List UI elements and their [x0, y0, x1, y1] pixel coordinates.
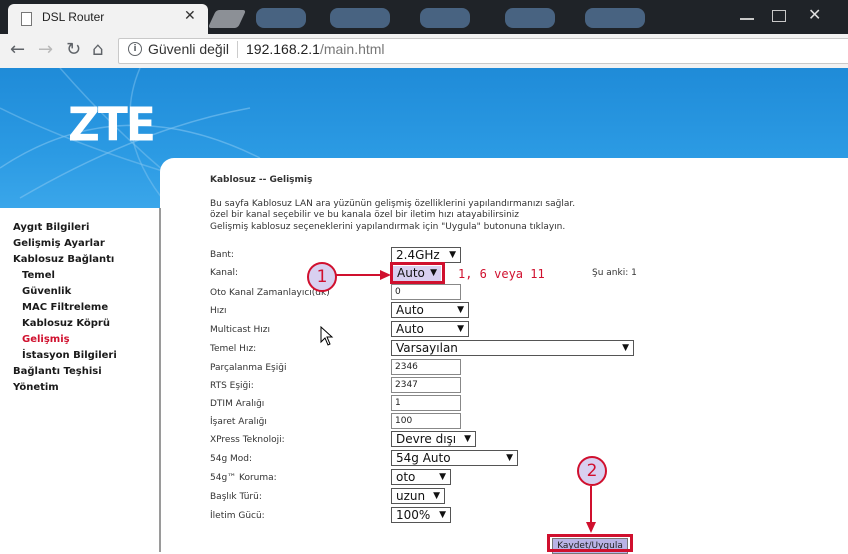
minimize-icon[interactable] [740, 18, 754, 20]
security-label[interactable]: Güvenli değil [148, 41, 229, 57]
page-icon [21, 12, 32, 26]
protection-54g-select[interactable]: oto ▼ [391, 469, 451, 485]
step-1-marker: 1 [307, 262, 337, 292]
home-icon[interactable]: ⌂ [92, 39, 103, 60]
rate-select[interactable]: Auto ▼ [391, 302, 469, 318]
basic-rate-select[interactable]: Varsayılan ▼ [391, 340, 634, 356]
page-description-line3: Gelişmiş kablosuz seçeneklerini yapıland… [210, 222, 566, 232]
preamble-select[interactable]: uzun ▼ [391, 488, 445, 504]
rts-threshold-label: RTS Eşiği: [210, 381, 254, 391]
zte-logo: ZTE [68, 98, 156, 153]
blurred-tab[interactable] [505, 8, 555, 28]
channel-highlight-box [390, 262, 445, 284]
chevron-down-icon: ▼ [433, 491, 440, 501]
url-divider [237, 41, 238, 58]
back-icon[interactable]: ← [10, 39, 25, 60]
tab-close-icon[interactable]: ✕ [184, 8, 196, 24]
frag-threshold-input[interactable]: 2346 [391, 359, 461, 375]
sidebar-item-basic[interactable]: Temel [22, 270, 55, 281]
tx-power-label: İletim Gücü: [210, 511, 265, 521]
sidebar-item-mac-filter[interactable]: MAC Filtreleme [22, 302, 108, 313]
tx-power-value: 100% [396, 508, 431, 522]
xpress-value: Devre dışı [396, 432, 457, 446]
reload-icon[interactable]: ↻ [66, 39, 81, 60]
info-icon[interactable]: i [128, 42, 142, 56]
chevron-down-icon: ▼ [439, 472, 446, 482]
page-description-line2: özel bir kanal seçebilir ve bu kanala öz… [210, 210, 520, 220]
preamble-label: Başlık Türü: [210, 492, 262, 502]
sidebar-item-advanced[interactable]: Gelişmiş [22, 334, 70, 345]
channel-hint: 1, 6 veya 11 [458, 267, 545, 281]
xpress-select[interactable]: Devre dışı ▼ [391, 431, 476, 447]
band-value: 2.4GHz [396, 248, 440, 262]
dtim-interval-label: DTIM Aralığı [210, 399, 265, 409]
blurred-tab[interactable] [330, 8, 390, 28]
xpress-label: XPress Teknoloji: [210, 435, 285, 445]
sidebar-item-security[interactable]: Güvenlik [22, 286, 71, 297]
multicast-rate-value: Auto [396, 322, 424, 336]
protection-54g-label: 54g™ Koruma: [210, 473, 277, 483]
chevron-down-icon: ▼ [449, 250, 456, 260]
blurred-tab[interactable] [585, 8, 645, 28]
forward-icon[interactable]: → [38, 39, 53, 60]
rate-label: Hızı [210, 306, 227, 316]
preamble-value: uzun [396, 489, 426, 503]
tab-title: DSL Router [42, 10, 105, 24]
blurred-tab[interactable] [420, 8, 470, 28]
sidebar-item-wireless[interactable]: Kablosuz Bağlantı [13, 254, 114, 265]
mouse-cursor-icon [320, 326, 334, 346]
band-select[interactable]: 2.4GHz ▼ [391, 247, 461, 263]
url-host: 192.168.2.1 [246, 41, 320, 57]
mode-54g-select[interactable]: 54g Auto ▼ [391, 450, 518, 466]
arrow-down-icon [586, 486, 596, 533]
rts-threshold-input[interactable]: 2347 [391, 377, 461, 393]
sidebar-item-advanced-settings[interactable]: Gelişmiş Ayarlar [13, 238, 105, 249]
beacon-interval-input[interactable]: 100 [391, 413, 461, 429]
protection-54g-value: oto [396, 470, 416, 484]
basic-rate-value: Varsayılan [396, 341, 458, 355]
chevron-down-icon: ▼ [506, 453, 513, 463]
dtim-interval-input[interactable]: 1 [391, 395, 461, 411]
close-window-icon[interactable]: ✕ [808, 5, 821, 24]
frag-threshold-label: Parçalanma Eşiği [210, 363, 287, 373]
sidebar-divider [159, 208, 161, 552]
save-highlight-box [547, 534, 633, 552]
blurred-tab[interactable] [256, 8, 306, 28]
sidebar-item-station-info[interactable]: İstasyon Bilgileri [22, 350, 117, 361]
browser-tab[interactable]: DSL Router ✕ [8, 4, 208, 34]
current-channel: Şu anki: 1 [592, 268, 637, 278]
multicast-rate-label: Multicast Hızı [210, 325, 271, 335]
basic-rate-label: Temel Hız: [210, 344, 257, 354]
auto-channel-timer-input[interactable]: 0 [391, 284, 461, 300]
sidebar-item-diagnostics[interactable]: Bağlantı Teşhisi [13, 366, 102, 377]
url-path: /main.html [319, 41, 385, 57]
page-description-line1: Bu sayfa Kablosuz LAN ara yüzünün gelişm… [210, 199, 576, 209]
multicast-rate-select[interactable]: Auto ▼ [391, 321, 469, 337]
mode-54g-value: 54g Auto [396, 451, 451, 465]
auto-channel-timer-label: Oto Kanal Zamanlayıcı(dk) [210, 288, 330, 298]
beacon-interval-label: İşaret Aralığı [210, 417, 267, 427]
sidebar-item-wireless-bridge[interactable]: Kablosuz Köprü [22, 318, 110, 329]
chevron-down-icon: ▼ [439, 510, 446, 520]
sidebar-item-device-info[interactable]: Aygıt Bilgileri [13, 222, 89, 233]
band-label: Bant: [210, 250, 234, 260]
tx-power-select[interactable]: 100% ▼ [391, 507, 451, 523]
url-text[interactable]: 192.168.2.1/main.html [246, 41, 385, 57]
channel-label: Kanal: [210, 268, 239, 278]
rate-value: Auto [396, 303, 424, 317]
chevron-down-icon: ▼ [622, 343, 629, 353]
chevron-down-icon: ▼ [457, 305, 464, 315]
step-2-marker: 2 [577, 456, 607, 486]
page-title: Kablosuz -- Gelişmiş [210, 175, 313, 185]
chevron-down-icon: ▼ [464, 434, 471, 444]
mode-54g-label: 54g Mod: [210, 454, 253, 464]
chevron-down-icon: ▼ [457, 324, 464, 334]
maximize-icon[interactable] [772, 10, 786, 22]
arrow-right-icon [336, 270, 391, 280]
sidebar-item-management[interactable]: Yönetim [13, 382, 59, 393]
